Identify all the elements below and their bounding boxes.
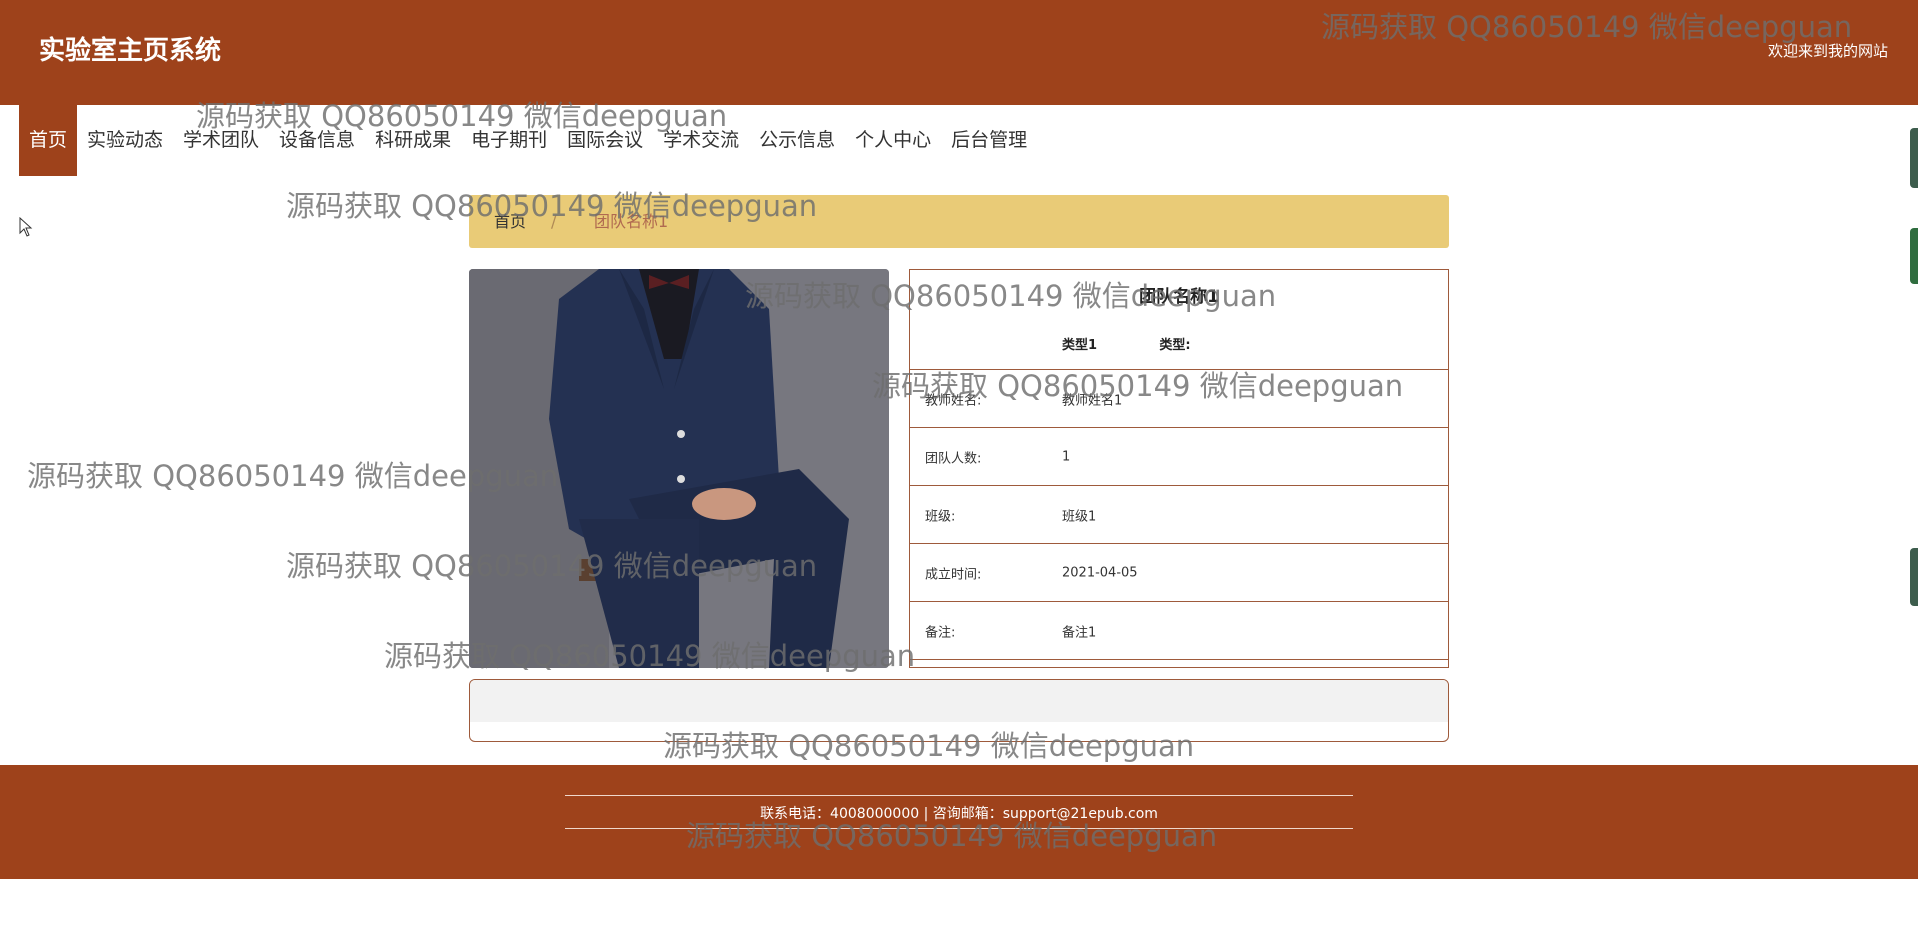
nav-item-academic-team[interactable]: 学术团队 xyxy=(173,105,269,176)
nav-item-admin[interactable]: 后台管理 xyxy=(941,105,1037,176)
type-value: 类型1 xyxy=(1062,338,1098,353)
info-label: 教师姓名: xyxy=(925,393,982,408)
team-photo xyxy=(469,269,889,668)
info-value: 班级1 xyxy=(1062,509,1097,524)
info-value: 教师姓名1 xyxy=(1062,393,1123,408)
site-header: 实验室主页系统 欢迎来到我的网站 xyxy=(0,0,1918,105)
nav-item-research[interactable]: 科研成果 xyxy=(365,105,461,176)
nav-item-notices[interactable]: 公示信息 xyxy=(749,105,845,176)
side-widget-handle[interactable] xyxy=(1910,548,1918,606)
breadcrumb-home-link[interactable]: 首页 xyxy=(494,195,526,248)
info-row-team-size: 团队人数: 1 xyxy=(910,428,1448,486)
site-footer: 联系电话：4008000000 | 咨询邮箱：support@21epub.co… xyxy=(0,765,1918,879)
nav-item-exchange[interactable]: 学术交流 xyxy=(653,105,749,176)
info-row-class: 班级: 班级1 xyxy=(910,486,1448,544)
info-row-founded: 成立时间: 2021-04-05 xyxy=(910,544,1448,602)
nav-item-conferences[interactable]: 国际会议 xyxy=(557,105,653,176)
footer-contact: 联系电话：4008000000 | 咨询邮箱：support@21epub.co… xyxy=(760,806,1158,822)
info-value: 1 xyxy=(1062,449,1071,464)
nav-item-home[interactable]: 首页 xyxy=(19,105,78,176)
team-name-heading: 团队名称1 xyxy=(1139,287,1219,307)
side-widget-handle[interactable] xyxy=(1910,228,1918,284)
breadcrumb-separator: / xyxy=(551,212,557,231)
info-value: 备注1 xyxy=(1062,625,1097,640)
nav-item-profile[interactable]: 个人中心 xyxy=(845,105,941,176)
mouse-cursor-icon xyxy=(19,217,33,237)
info-label: 团队人数: xyxy=(925,451,982,466)
info-label: 备注: xyxy=(925,625,956,640)
description-header xyxy=(470,680,1448,722)
info-value: 2021-04-05 xyxy=(1062,565,1138,580)
nav-item-journals[interactable]: 电子期刊 xyxy=(461,105,557,176)
footer-divider xyxy=(565,828,1353,829)
nav-item-lab-news[interactable]: 实验动态 xyxy=(77,105,173,176)
team-photo-illustration xyxy=(469,269,889,668)
info-label: 班级: xyxy=(925,509,956,524)
info-label: 成立时间: xyxy=(925,567,982,582)
nav-item-equipment[interactable]: 设备信息 xyxy=(269,105,365,176)
breadcrumb: 首页 / 团队名称1 xyxy=(469,195,1449,248)
info-row-type: 类型: 类型1 xyxy=(925,334,1425,353)
team-info-panel: 团队名称1 类型: 类型1 教师姓名: 教师姓名1 团队人数: 1 班级: 班级… xyxy=(909,269,1449,668)
welcome-text: 欢迎来到我的网站 xyxy=(1767,42,1888,60)
main-nav: 首页 实验动态 学术团队 设备信息 科研成果 电子期刊 国际会议 学术交流 公示… xyxy=(19,105,1037,176)
site-title: 实验室主页系统 xyxy=(39,36,222,66)
footer-divider xyxy=(565,795,1353,796)
breadcrumb-current: 团队名称1 xyxy=(594,212,669,231)
team-info-title-cell: 团队名称1 类型: 类型1 xyxy=(910,270,1448,370)
type-label: 类型: xyxy=(1159,338,1191,353)
info-row-teacher: 教师姓名: 教师姓名1 xyxy=(910,370,1448,428)
team-description-box xyxy=(469,679,1449,742)
side-widget-handle[interactable] xyxy=(1910,128,1918,188)
info-row-remark: 备注: 备注1 xyxy=(910,602,1448,660)
